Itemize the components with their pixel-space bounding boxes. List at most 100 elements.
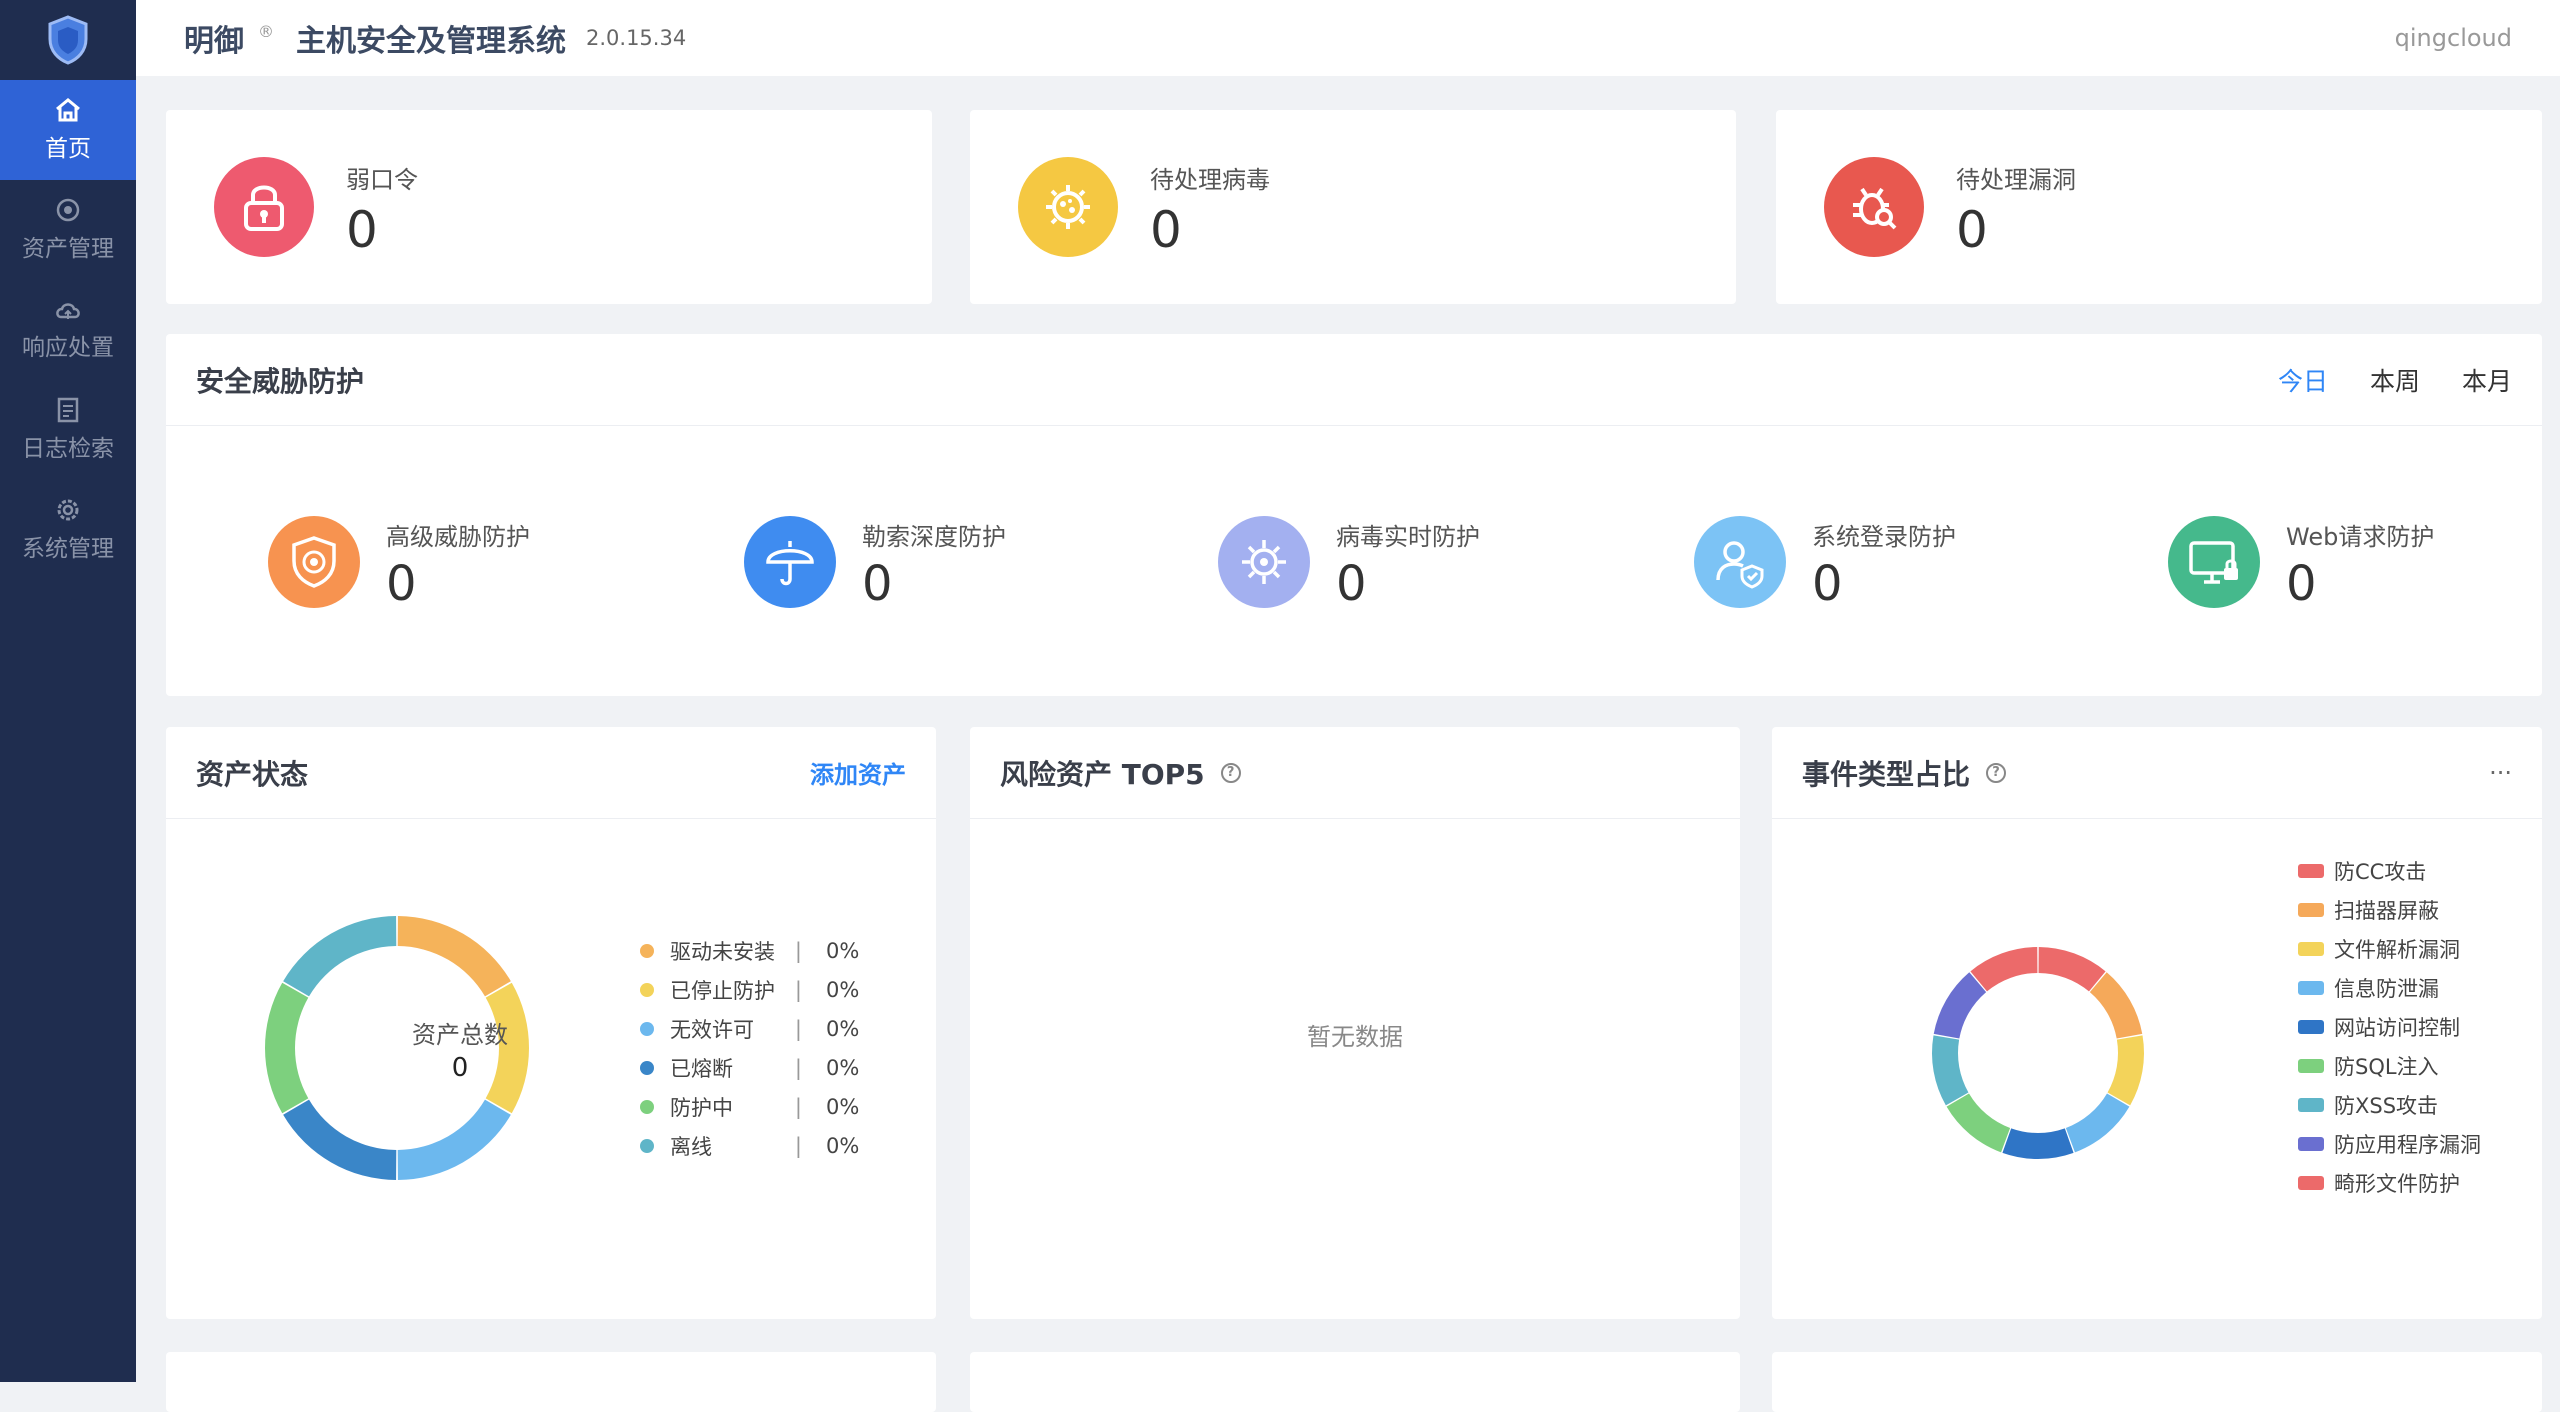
legend-item[interactable]: 网站访问控制 — [2298, 1007, 2538, 1046]
sidebar-item-response[interactable]: 响应处置 — [0, 280, 136, 380]
legend-label: 防XSS攻击 — [2334, 1093, 2439, 1118]
event-type-legend: 防CC攻击 扫描器屏蔽 文件解析漏洞 信息防泄漏 网站访问控制 防SQL注入 防… — [2298, 851, 2538, 1202]
legend-pct: 0% — [826, 977, 860, 1002]
stat-value: 0 — [1150, 200, 1182, 259]
donut-segment[interactable] — [2002, 1128, 2074, 1159]
help-icon[interactable]: ? — [1986, 762, 2007, 783]
donut-segment[interactable] — [2107, 1035, 2144, 1106]
umbrella-icon — [744, 516, 836, 608]
stat-label: 弱口令 — [346, 165, 418, 194]
legend-swatch — [2298, 1175, 2324, 1190]
tab-this-month[interactable]: 本月 — [2462, 362, 2512, 398]
stat-card-pending-virus[interactable]: 待处理病毒 0 — [970, 110, 1736, 304]
sidebar-item-system[interactable]: 系统管理 — [0, 480, 136, 580]
donut-segment[interactable] — [1946, 1093, 2011, 1153]
time-range-tabs: 今日 本周 本月 — [2278, 362, 2512, 398]
protect-item-virus-realtime[interactable]: 病毒实时防护 0 — [1218, 516, 1480, 608]
legend-swatch — [2298, 1097, 2324, 1112]
legend-item[interactable]: 防SQL注入 — [2298, 1046, 2538, 1085]
donut-segment[interactable] — [283, 916, 397, 997]
threat-protection-panel: 安全威胁防护 今日 本周 本月 高级威胁防护 0 勒索深度防护 0 病毒实时防护 — [166, 334, 2542, 696]
donut-segment[interactable] — [2065, 1093, 2130, 1153]
stat-card-weak-password[interactable]: 弱口令 0 — [166, 110, 932, 304]
legend-swatch — [2298, 1058, 2324, 1073]
legend-item[interactable]: 已停止防护 | 0% — [640, 970, 860, 1009]
sidebar-item-label: 首页 — [45, 136, 91, 162]
legend-label: 防SQL注入 — [2334, 1054, 2439, 1079]
protect-item-login[interactable]: 系统登录防护 0 — [1694, 516, 1956, 608]
legend-item[interactable]: 驱动未安装 | 0% — [640, 931, 860, 970]
empty-state-text: 暂无数据 — [1307, 1023, 1403, 1051]
legend-item[interactable]: 无效许可 | 0% — [640, 1009, 860, 1048]
protect-item-ransomware[interactable]: 勒索深度防护 0 — [744, 516, 1006, 608]
legend-dot — [640, 1021, 654, 1036]
bottom-panel-1 — [166, 1352, 936, 1412]
shield-logo-icon — [48, 15, 88, 65]
legend-item[interactable]: 防CC攻击 — [2298, 851, 2538, 890]
legend-label: 网站访问控制 — [2334, 1015, 2460, 1040]
protect-item-web-request[interactable]: Web请求防护 0 — [2168, 516, 2434, 608]
legend-item[interactable]: 扫描器屏蔽 — [2298, 890, 2538, 929]
user-shield-icon — [1694, 516, 1786, 608]
legend-item[interactable]: 文件解析漏洞 — [2298, 929, 2538, 968]
donut-segment[interactable] — [397, 1099, 511, 1180]
logo[interactable] — [0, 0, 136, 80]
add-asset-link[interactable]: 添加资产 — [810, 755, 906, 790]
version-label: 2.0.15.34 — [586, 26, 687, 50]
asset-status-legend: 驱动未安装 | 0% 已停止防护 | 0% 无效许可 | 0% 已熔断 | 0% 防护中 | 0% … — [640, 931, 860, 1165]
tab-this-week[interactable]: 本周 — [2370, 362, 2420, 398]
legend-label: 离线 — [670, 1134, 712, 1159]
donut-segment[interactable] — [1970, 947, 2038, 992]
tab-today[interactable]: 今日 — [2278, 362, 2328, 398]
legend-item[interactable]: 防护中 | 0% — [640, 1087, 860, 1126]
legend-pct: 0% — [826, 1016, 860, 1041]
legend-swatch — [2298, 1019, 2324, 1034]
legend-separator: | — [794, 1133, 802, 1158]
legend-pct: 0% — [826, 938, 860, 963]
donut-segment[interactable] — [2089, 972, 2143, 1039]
sidebar-item-assets[interactable]: 资产管理 — [0, 180, 136, 280]
legend-swatch — [2298, 902, 2324, 917]
donut-segment[interactable] — [2038, 947, 2106, 992]
user-menu[interactable]: qingcloud — [2395, 24, 2512, 52]
sidebar-item-logs[interactable]: 日志检索 — [0, 380, 136, 480]
home-icon — [56, 98, 80, 122]
protect-label: 高级威胁防护 — [386, 522, 530, 551]
legend-item[interactable]: 防XSS攻击 — [2298, 1085, 2538, 1124]
sidebar-item-home[interactable]: 首页 — [0, 80, 136, 180]
legend-label: 已停止防护 — [670, 978, 775, 1003]
donut-segment[interactable] — [397, 916, 511, 997]
legend-item[interactable]: 防应用程序漏洞 — [2298, 1124, 2538, 1163]
sidebar-item-label: 资产管理 — [22, 236, 114, 262]
legend-item[interactable]: 离线 | 0% — [640, 1126, 860, 1165]
help-icon[interactable]: ? — [1220, 762, 1241, 783]
top-bar: 明御 ® 主机安全及管理系统 2.0.15.34 qingcloud — [136, 0, 2560, 76]
stat-card-pending-vuln[interactable]: 待处理漏洞 0 — [1776, 110, 2542, 304]
legend-label: 无效许可 — [670, 1017, 754, 1042]
donut-segment[interactable] — [265, 982, 309, 1114]
more-icon[interactable]: ··· — [2489, 759, 2512, 787]
donut-segment[interactable] — [1933, 972, 1987, 1039]
section-title: 安全威胁防护 — [196, 364, 365, 398]
legend-item[interactable]: 畸形文件防护 — [2298, 1163, 2538, 1202]
sidebar-item-label: 日志检索 — [22, 436, 114, 462]
protect-value: 0 — [1812, 555, 1843, 612]
protect-label: 勒索深度防护 — [862, 522, 1006, 551]
protect-label: 系统登录防护 — [1812, 522, 1956, 551]
donut-center-value: 0 — [451, 1053, 469, 1083]
legend-item[interactable]: 已熔断 | 0% — [640, 1048, 860, 1087]
legend-label: 已熔断 — [670, 1056, 733, 1081]
asset-status-panel: 资产状态 添加资产 资产总数 0 驱动未安装 | 0% 已停止防护 | 0% 无效许可 |… — [166, 727, 936, 1319]
lock-icon — [214, 157, 314, 257]
legend-separator: | — [794, 1094, 802, 1119]
donut-segment[interactable] — [283, 1099, 397, 1180]
stat-value: 0 — [1956, 200, 1988, 259]
protect-item-advanced-threat[interactable]: 高级威胁防护 0 — [268, 516, 530, 608]
gear-icon — [57, 499, 79, 521]
legend-pct: 0% — [826, 1133, 860, 1158]
legend-label: 驱动未安装 — [670, 939, 775, 964]
legend-dot — [640, 943, 654, 958]
legend-separator: | — [794, 1055, 802, 1080]
legend-item[interactable]: 信息防泄漏 — [2298, 968, 2538, 1007]
donut-segment[interactable] — [1932, 1035, 1969, 1106]
